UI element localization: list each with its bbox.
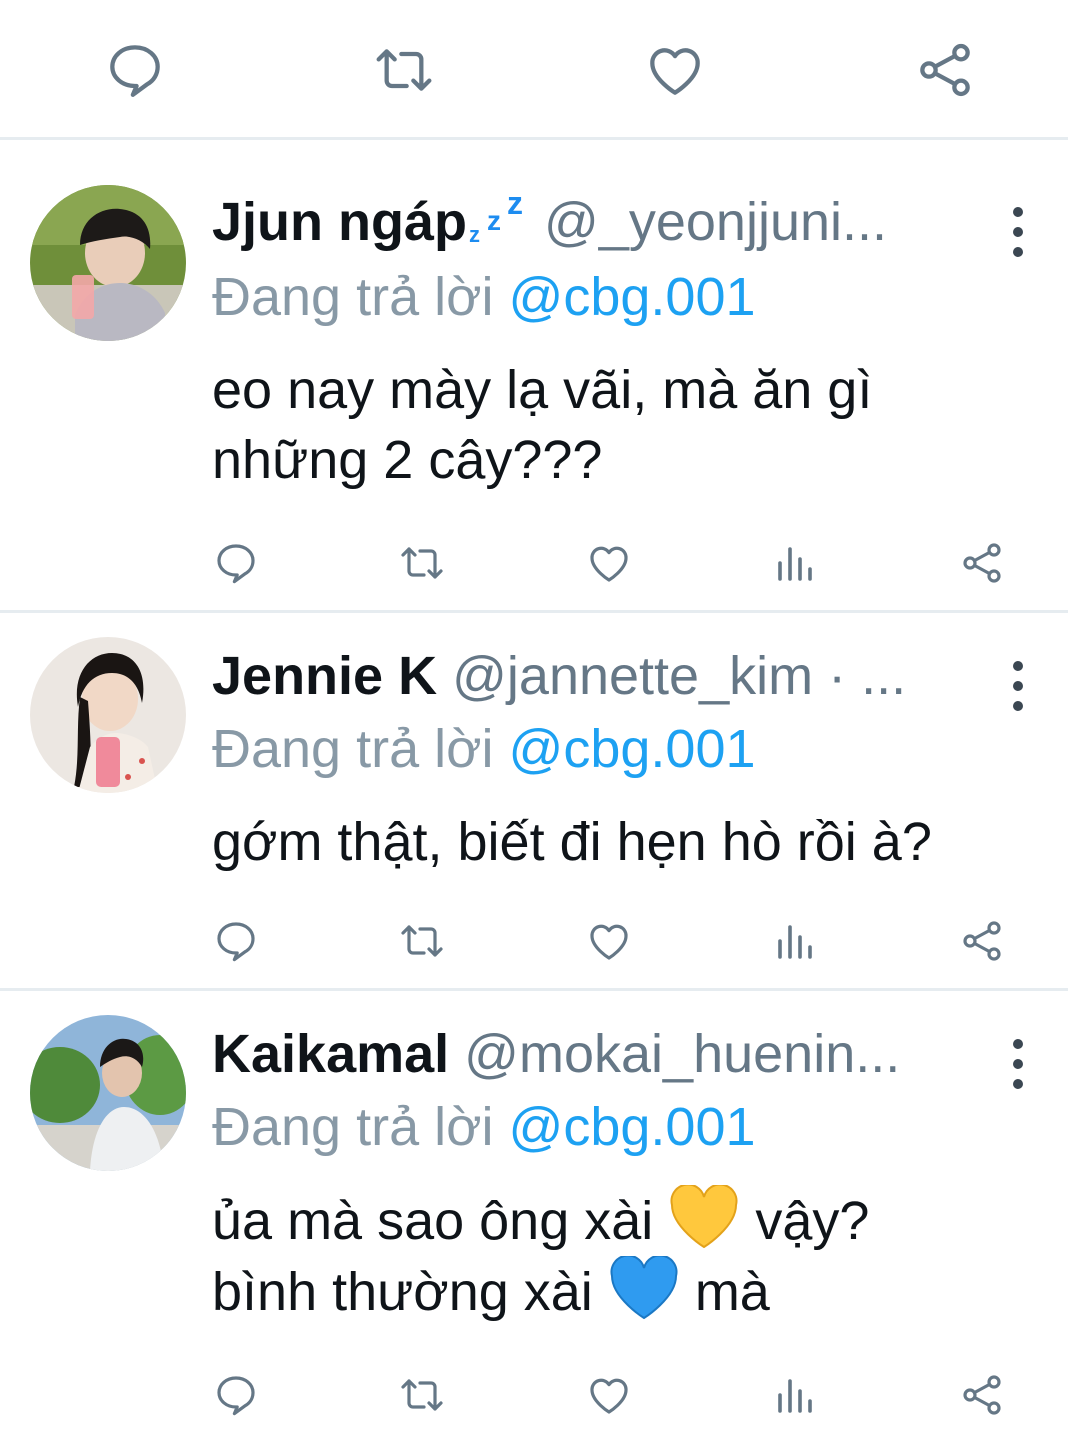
share-icon[interactable] xyxy=(913,38,977,102)
replying-to: Đang trả lời @cbg.001 xyxy=(212,1095,756,1159)
avatar[interactable] xyxy=(30,637,186,793)
like-icon[interactable] xyxy=(585,1371,633,1419)
reply-actions xyxy=(0,539,1068,599)
tweet-text-line: những 2 cây??? xyxy=(212,430,603,490)
share-icon[interactable] xyxy=(958,1371,1006,1419)
more-options-icon[interactable] xyxy=(1002,657,1032,717)
replying-label: Đang trả lời xyxy=(212,1097,494,1157)
user-handle[interactable]: @_yeonjjuni... xyxy=(544,192,887,252)
user-handle[interactable]: @jannette_kim · ... xyxy=(452,646,906,706)
share-icon[interactable] xyxy=(958,917,1006,965)
reply-header: Jennie K @jannette_kim · ... xyxy=(212,643,968,709)
avatar[interactable] xyxy=(30,185,186,341)
replying-label: Đang trả lời xyxy=(212,719,494,779)
tweet-text-line: ủa mà sao ông xài vậy? xyxy=(212,1183,1048,1256)
tweet-text: ủa mà sao ông xài vậy? bình thường xài m… xyxy=(212,1183,1048,1327)
reply-tweet[interactable]: Jennie K @jannette_kim · ... Đang trả lờ… xyxy=(0,613,1068,991)
tweet-text-line: bình thường xài mà xyxy=(212,1254,1048,1327)
tweet-text-fragment: bình thường xài xyxy=(212,1262,593,1322)
reply-tweet[interactable]: Jjun ngáp z z z @_yeonjjuni... Đang trả … xyxy=(0,143,1068,613)
retweet-icon[interactable] xyxy=(398,1371,446,1419)
user-handle[interactable]: @mokai_huenin... xyxy=(464,1024,900,1084)
yellow-heart-emoji xyxy=(668,1183,740,1251)
replying-label: Đang trả lời xyxy=(212,267,494,327)
tweet-text-line: gớm thật, biết đi hẹn hò rồi à? xyxy=(212,812,932,872)
reply-icon[interactable] xyxy=(212,917,260,965)
analytics-icon[interactable] xyxy=(772,917,820,965)
retweet-icon[interactable] xyxy=(372,38,436,102)
tweet-text-fragment: mà xyxy=(694,1262,770,1322)
share-icon[interactable] xyxy=(958,539,1006,587)
reply-icon[interactable] xyxy=(212,539,260,587)
more-options-icon[interactable] xyxy=(1002,1035,1032,1095)
reply-actions xyxy=(0,1371,1068,1431)
svg-text:z: z xyxy=(507,190,523,221)
more-options-icon[interactable] xyxy=(1002,203,1032,263)
display-name[interactable]: Kaikamal xyxy=(212,1024,449,1084)
retweet-icon[interactable] xyxy=(398,539,446,587)
display-name[interactable]: Jennie K xyxy=(212,646,437,706)
blue-heart-emoji xyxy=(608,1254,680,1322)
svg-text:z: z xyxy=(469,222,480,246)
tweet-text-line: eo nay mày lạ vãi, mà ăn gì xyxy=(212,360,873,420)
reply-actions xyxy=(0,917,1068,977)
like-icon[interactable] xyxy=(585,539,633,587)
tweet-text-fragment: vậy? xyxy=(755,1191,870,1251)
reply-icon[interactable] xyxy=(212,1371,260,1419)
avatar[interactable] xyxy=(30,1015,186,1171)
reply-header: Jjun ngáp z z z @_yeonjjuni... xyxy=(212,189,968,255)
mention-link[interactable]: @cbg.001 xyxy=(509,1097,756,1157)
mention-link[interactable]: @cbg.001 xyxy=(509,719,756,779)
svg-text:z: z xyxy=(487,205,501,236)
reply-header: Kaikamal @mokai_huenin... xyxy=(212,1021,968,1087)
analytics-icon[interactable] xyxy=(772,539,820,587)
retweet-icon[interactable] xyxy=(398,917,446,965)
tweet-text: gớm thật, biết đi hẹn hò rồi à? xyxy=(212,807,1048,877)
display-name[interactable]: Jjun ngáp xyxy=(212,192,467,252)
tweet-text-fragment: ủa mà sao ông xài xyxy=(212,1191,654,1251)
replying-to: Đang trả lời @cbg.001 xyxy=(212,265,756,329)
reply-tweet[interactable]: Kaikamal @mokai_huenin... Đang trả lời @… xyxy=(0,991,1068,1433)
zzz-emoji: z z z xyxy=(467,189,529,247)
like-icon[interactable] xyxy=(585,917,633,965)
mention-link[interactable]: @cbg.001 xyxy=(509,267,756,327)
parent-tweet-actions xyxy=(0,0,1068,140)
like-icon[interactable] xyxy=(643,38,707,102)
replying-to: Đang trả lời @cbg.001 xyxy=(212,717,756,781)
tweet-text: eo nay mày lạ vãi, mà ăn gì những 2 cây?… xyxy=(212,355,1048,495)
reply-icon[interactable] xyxy=(103,38,167,102)
analytics-icon[interactable] xyxy=(772,1371,820,1419)
